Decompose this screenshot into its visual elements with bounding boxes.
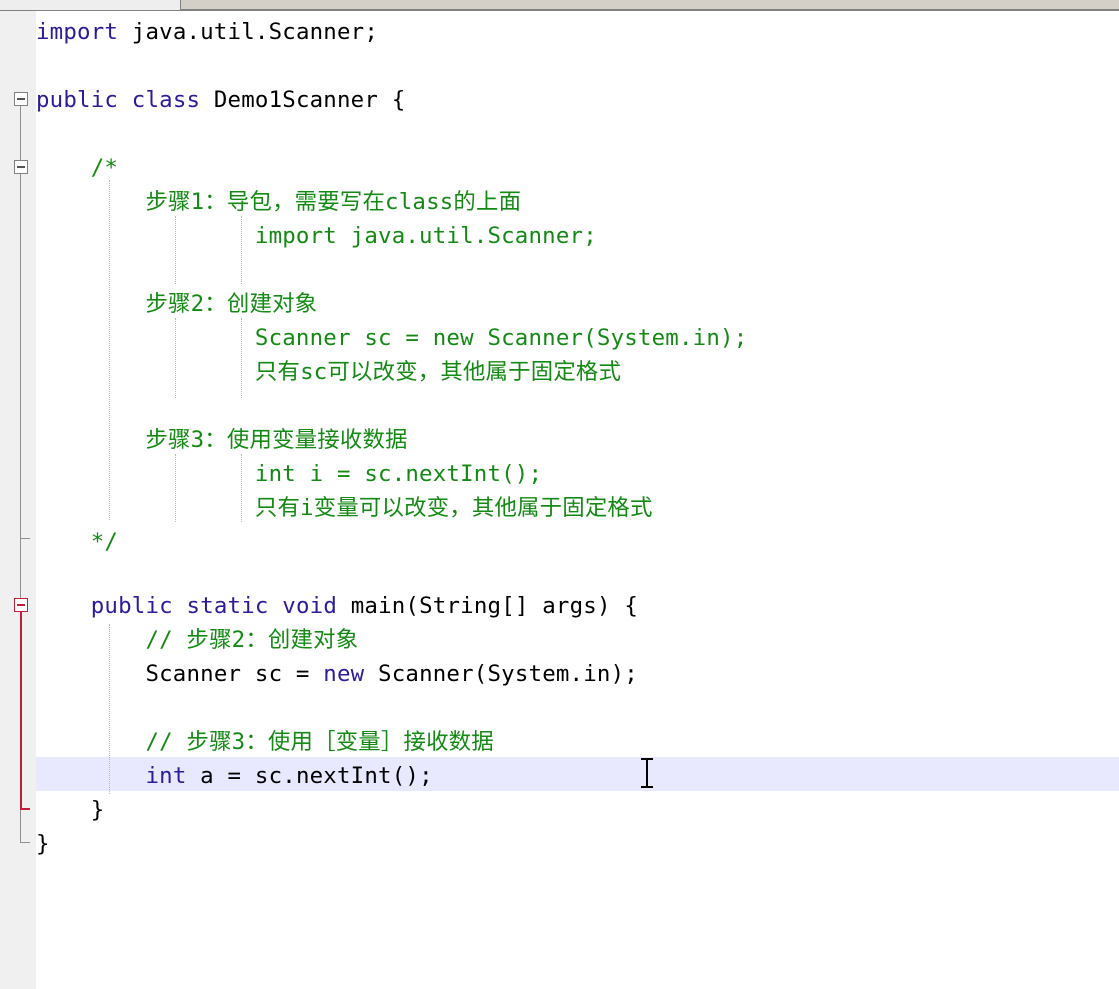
code-line[interactable]: 步骤3：使用变量接收数据	[36, 423, 408, 457]
comment-token: // 步骤3：使用［变量］接收数据	[36, 729, 494, 755]
fold-gutter	[0, 11, 36, 989]
editor-tab[interactable]	[0, 0, 181, 10]
code-line[interactable]: public class Demo1Scanner {	[36, 83, 405, 117]
code-token: Demo1Scanner {	[200, 87, 406, 113]
comment-token: 步骤3：使用变量接收数据	[36, 427, 408, 453]
code-line[interactable]: // 步骤2：创建对象	[36, 623, 358, 657]
keyword-token: import	[36, 19, 119, 45]
code-token: }	[36, 831, 50, 857]
code-token: a = sc.nextInt();	[186, 763, 433, 789]
keyword-token: public	[90, 593, 173, 619]
comment-token: 步骤1：导包，需要写在class的上面	[36, 189, 522, 215]
code-line[interactable]: */	[36, 525, 118, 559]
fold-end-class	[20, 842, 30, 843]
code-token: Scanner(System.in);	[364, 661, 638, 687]
comment-token: 步骤2：创建对象	[36, 291, 318, 317]
comment-token: int i = sc.nextInt();	[36, 461, 543, 487]
text-cursor-icon	[641, 758, 653, 788]
code-line[interactable]: Scanner sc = new Scanner(System.in);	[36, 657, 638, 691]
comment-token: */	[36, 529, 119, 555]
fold-toggle-class[interactable]	[14, 92, 28, 106]
fold-toggle-comment[interactable]	[14, 160, 28, 174]
code-line[interactable]: public static void main(String[] args) {	[36, 589, 638, 623]
fold-end-main	[20, 808, 30, 810]
code-line[interactable]: /*	[36, 151, 118, 185]
code-line[interactable]: }	[36, 827, 50, 861]
keyword-token: class	[131, 87, 201, 113]
code-token: Scanner sc =	[36, 661, 324, 687]
code-line[interactable]: // 步骤3：使用［变量］接收数据	[36, 725, 494, 759]
code-line[interactable]: 步骤2：创建对象	[36, 287, 317, 321]
comment-token: 只有i变量可以改变，其他属于固定格式	[36, 495, 653, 521]
code-line[interactable]: int i = sc.nextInt();	[36, 457, 542, 491]
code-line[interactable]: 只有i变量可以改变，其他属于固定格式	[36, 491, 653, 525]
fold-toggle-main[interactable]	[14, 598, 28, 612]
editor-tab-strip	[0, 0, 1119, 11]
keyword-token: public	[36, 87, 119, 113]
code-line[interactable]: import java.util.Scanner;	[36, 15, 378, 49]
comment-token: // 步骤2：创建对象	[36, 627, 359, 653]
comment-token: Scanner sc = new Scanner(System.in);	[36, 325, 748, 351]
code-line[interactable]: 步骤1：导包，需要写在class的上面	[36, 185, 521, 219]
keyword-token: int	[145, 763, 187, 789]
keyword-token: static	[186, 593, 269, 619]
code-token: }	[36, 797, 105, 823]
fold-line-main	[20, 612, 22, 808]
keyword-token: new	[323, 661, 365, 687]
comment-token: /*	[36, 155, 119, 181]
code-token: main(String[] args) {	[337, 593, 638, 619]
comment-token: import java.util.Scanner;	[36, 223, 597, 249]
code-line[interactable]: 只有sc可以改变，其他属于固定格式	[36, 355, 621, 389]
fold-end-comment	[20, 538, 30, 539]
code-line[interactable]: Scanner sc = new Scanner(System.in);	[36, 321, 747, 355]
comment-token: 只有sc可以改变，其他属于固定格式	[36, 359, 622, 385]
keyword-token: void	[282, 593, 338, 619]
code-line[interactable]: }	[36, 793, 104, 827]
code-line[interactable]: int a = sc.nextInt();	[36, 759, 433, 793]
code-token: java.util.Scanner;	[118, 19, 379, 45]
code-line[interactable]: import java.util.Scanner;	[36, 219, 597, 253]
